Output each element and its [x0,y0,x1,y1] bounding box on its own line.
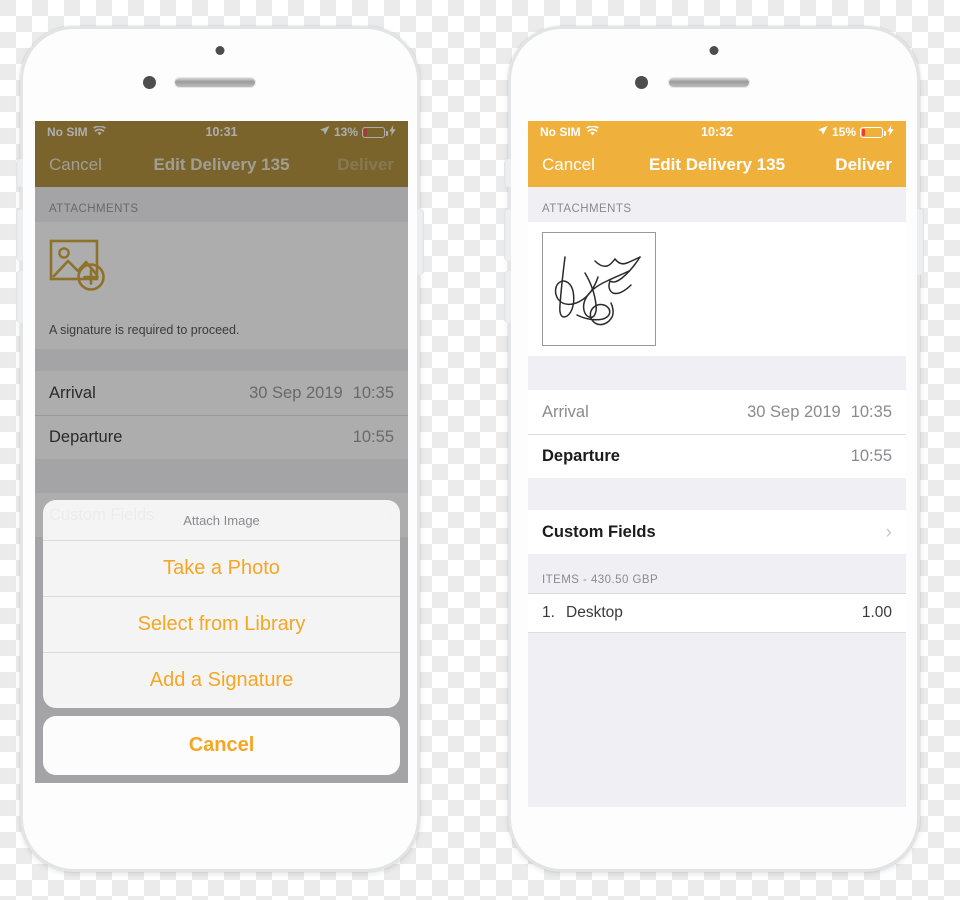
items-section-header: ITEMS - 430.50 GBP [542,574,659,586]
action-sheet-cancel-button[interactable]: Cancel [43,716,400,775]
carrier-label: No SIM [540,125,581,139]
select-from-library-button[interactable]: Select from Library [43,597,400,653]
location-arrow-icon [817,125,828,139]
earpiece-speaker [175,78,255,87]
mute-switch[interactable] [16,159,23,187]
status-bar: No SIM 10:32 15% [528,121,906,143]
section-gap-2 [528,478,906,510]
screen-right: No SIM 10:32 15% Cancel Edit Delivery 13… [528,121,906,807]
deliver-button[interactable]: Deliver [835,155,892,175]
signature-thumbnail[interactable] [542,232,656,346]
section-gap-3 [528,633,906,807]
arrival-label: Arrival [542,402,589,421]
proximity-sensor-icon [709,46,719,55]
front-camera-icon [143,76,156,89]
volume-up-button[interactable] [504,209,511,261]
arrival-value: 30 Sep 2019 10:35 [747,403,892,422]
arrival-date: 30 Sep 2019 [747,402,841,421]
arrival-row[interactable]: Arrival 30 Sep 2019 10:35 [528,390,906,434]
departure-label: Departure [542,447,620,465]
form-content: ATTACHMENTS Arrival 30 Sep 2019 10:35 De… [528,187,906,807]
take-a-photo-button[interactable]: Take a Photo [43,541,400,597]
arrival-time: 10:35 [850,402,892,421]
departure-time: 10:55 [850,447,892,465]
section-gap [528,356,906,390]
action-sheet-title: Attach Image [43,500,400,541]
item-name: Desktop [566,604,623,621]
power-button[interactable] [917,209,924,275]
add-a-signature-button[interactable]: Add a Signature [43,653,400,708]
attachment-signature-cell[interactable] [528,222,906,356]
action-sheet-group: Attach Image Take a Photo Select from Li… [43,500,400,708]
proximity-sensor-icon [215,46,225,55]
battery-percent-label: 15% [831,125,856,139]
battery-icon [860,126,886,138]
phone-right: No SIM 10:32 15% Cancel Edit Delivery 13… [504,26,924,872]
attachments-section-header: ATTACHMENTS [542,203,632,215]
front-camera-icon [635,76,648,89]
volume-down-button[interactable] [16,271,23,323]
cancel-button[interactable]: Cancel [542,155,595,175]
item-quantity: 1.00 [861,604,892,621]
status-bar-left: No SIM [540,125,599,139]
departure-row[interactable]: Departure 10:55 [528,434,906,478]
chevron-right-icon: › [885,521,892,543]
navigation-bar: Cancel Edit Delivery 135 Deliver [528,143,906,187]
earpiece-speaker [669,78,749,87]
wifi-icon [585,125,599,139]
item-index: 1. [542,604,555,621]
power-button[interactable] [417,209,424,275]
screen-left: No SIM 10:31 13% Cancel Edit Delivery 13… [35,121,408,783]
attach-image-action-sheet: Attach Image Take a Photo Select from Li… [43,500,400,775]
custom-fields-row[interactable]: Custom Fields › [528,510,906,554]
volume-up-button[interactable] [16,209,23,261]
phone-left: No SIM 10:31 13% Cancel Edit Delivery 13… [16,26,424,872]
volume-down-button[interactable] [504,271,511,323]
custom-fields-label: Custom Fields [542,522,656,541]
departure-value: 10:55 [851,447,892,466]
item-row[interactable]: 1. Desktop 1.00 [528,593,906,633]
lightning-bolt-icon [887,125,894,139]
mute-switch[interactable] [504,159,511,187]
status-bar-right: 15% [817,125,894,139]
